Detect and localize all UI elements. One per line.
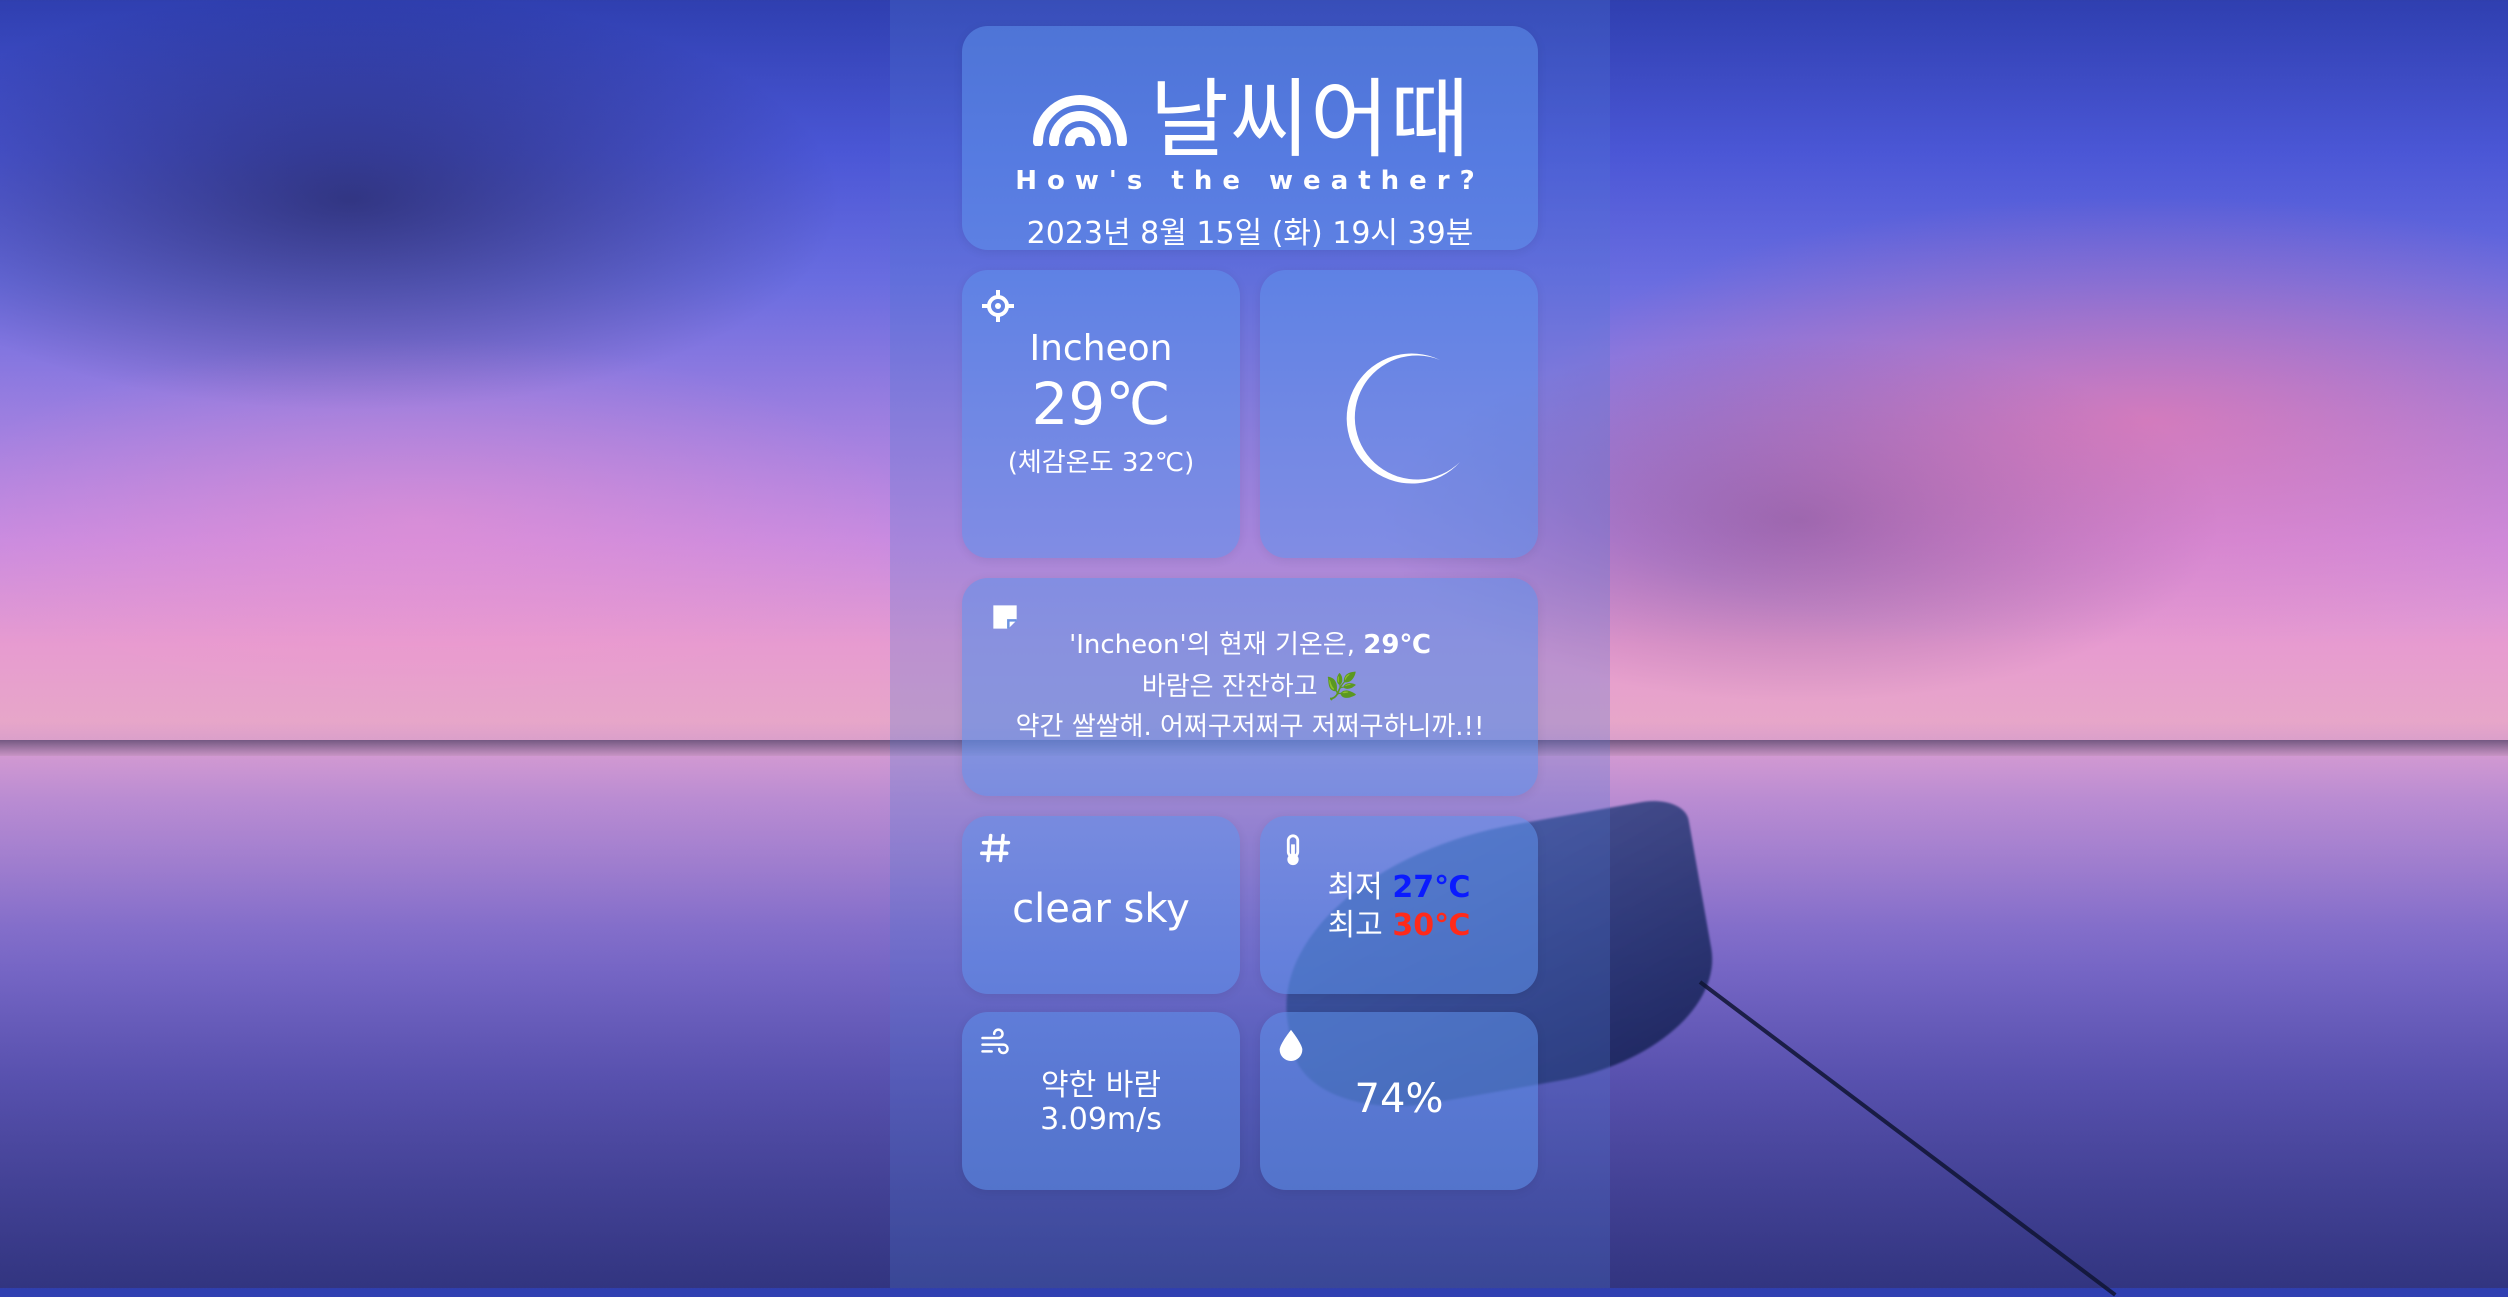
hash-icon — [980, 833, 1011, 863]
wind-icon — [981, 1028, 1009, 1055]
location-card: Incheon 29℃ (체감온도 32℃) — [962, 270, 1240, 558]
message-temperature: 29℃ — [1363, 630, 1431, 660]
max-label: 최고 — [1327, 908, 1393, 943]
max-temperature-line: 최고 30℃ — [1260, 900, 1538, 944]
current-datetime: 2023년 8월 15일 (화) 19시 39분 — [1026, 216, 1474, 251]
feels-like: (체감온도 32℃) — [1007, 448, 1195, 478]
crosshair-location-icon — [982, 290, 1014, 322]
wind-speed: 3.09m/s — [1040, 1102, 1162, 1137]
header-card: 날씨어때 How's the weather? 2023년 8월 15일 (화)… — [962, 26, 1538, 251]
current-temperature: 29℃ — [1031, 370, 1171, 438]
moon-icon — [1346, 353, 1460, 484]
app-subtitle: How's the weather? — [1015, 166, 1485, 196]
brand: 날씨어때 — [962, 56, 1538, 170]
droplet-icon — [1279, 1029, 1303, 1061]
app-title: 날씨어때 — [1149, 69, 1471, 170]
wind-card: 약한 바람 3.09m/s — [962, 1012, 1240, 1190]
humidity-value: 74% — [1354, 1076, 1444, 1122]
humidity-card: 74% — [1260, 1012, 1538, 1190]
message-prefix: 'Incheon'의 현재 기온은, — [1069, 630, 1364, 660]
description-card: clear sky — [962, 816, 1240, 994]
weather-icon-card — [1260, 270, 1538, 558]
weather-description: clear sky — [1012, 886, 1190, 932]
wind-label: 약한 바람 — [1041, 1068, 1161, 1103]
rainbow-logo-icon — [1032, 95, 1127, 146]
city-name: Incheon — [1029, 328, 1173, 369]
message-line-2: 바람은 잔잔하고 🌿 — [1141, 672, 1359, 702]
message-line-1: 'Incheon'의 현재 기온은, 29℃ — [962, 624, 1538, 661]
max-temperature: 30℃ — [1392, 908, 1471, 943]
message-line-3: 약간 쌀쌀해. 어쩌구저쩌구 저쩌구하니까.!! — [1015, 712, 1485, 742]
minmax-card: 최저 27℃ 최고 30℃ — [1260, 816, 1538, 994]
message-card: 'Incheon'의 현재 기온은, 29℃ 바람은 잔잔하고 🌿 약간 쌀쌀해… — [962, 578, 1538, 796]
